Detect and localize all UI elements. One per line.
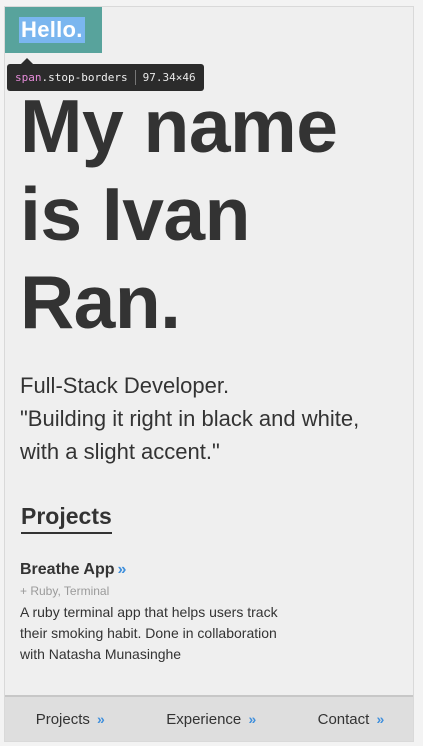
nav-contact[interactable]: Contact »	[318, 711, 385, 728]
headline-line: My name	[20, 84, 338, 168]
tagline-line: "Building it right in black and white,	[20, 406, 360, 431]
nav-label[interactable]: Projects	[36, 711, 90, 728]
hero-headline: My name is Ivan Ran.	[20, 82, 400, 346]
nav-label[interactable]: Experience	[166, 711, 241, 728]
headline-line: is Ivan	[20, 172, 250, 256]
hero-tagline: Full-Stack Developer. "Building it right…	[20, 369, 405, 468]
double-chevron-right-icon[interactable]: »	[248, 711, 256, 727]
nav-projects[interactable]: Projects »	[36, 711, 105, 728]
nav-experience[interactable]: Experience »	[166, 711, 256, 728]
project-description: A ruby terminal app that helps users tra…	[20, 602, 320, 665]
project-title[interactable]: Breathe App	[20, 561, 115, 578]
project-title-link[interactable]: Breathe App»	[20, 560, 320, 580]
bottom-nav: Projects » Experience » Contact »	[5, 695, 413, 741]
logo-text[interactable]: Hello.	[19, 17, 85, 43]
headline-line: Ran.	[20, 260, 181, 344]
description-line: their smoking habit. Done in collaborati…	[20, 625, 277, 641]
project-item: Breathe App» + Ruby, Terminal A ruby ter…	[20, 560, 320, 665]
double-chevron-right-icon[interactable]: »	[118, 561, 127, 578]
project-tech: + Ruby, Terminal	[20, 584, 110, 598]
description-line: A ruby terminal app that helps users tra…	[20, 604, 278, 620]
projects-heading: Projects	[21, 501, 112, 534]
tagline-line: with a slight accent."	[20, 439, 220, 464]
double-chevron-right-icon[interactable]: »	[376, 711, 384, 727]
tagline-line: Full-Stack Developer.	[20, 373, 230, 398]
nav-label[interactable]: Contact	[318, 711, 370, 728]
logo[interactable]: Hello.	[5, 7, 102, 53]
page-frame: Hello. span .stop-borders 97.34×46 My name…	[4, 6, 414, 742]
description-line: with Natasha Munasinghe	[20, 646, 182, 662]
double-chevron-right-icon[interactable]: »	[97, 711, 105, 727]
